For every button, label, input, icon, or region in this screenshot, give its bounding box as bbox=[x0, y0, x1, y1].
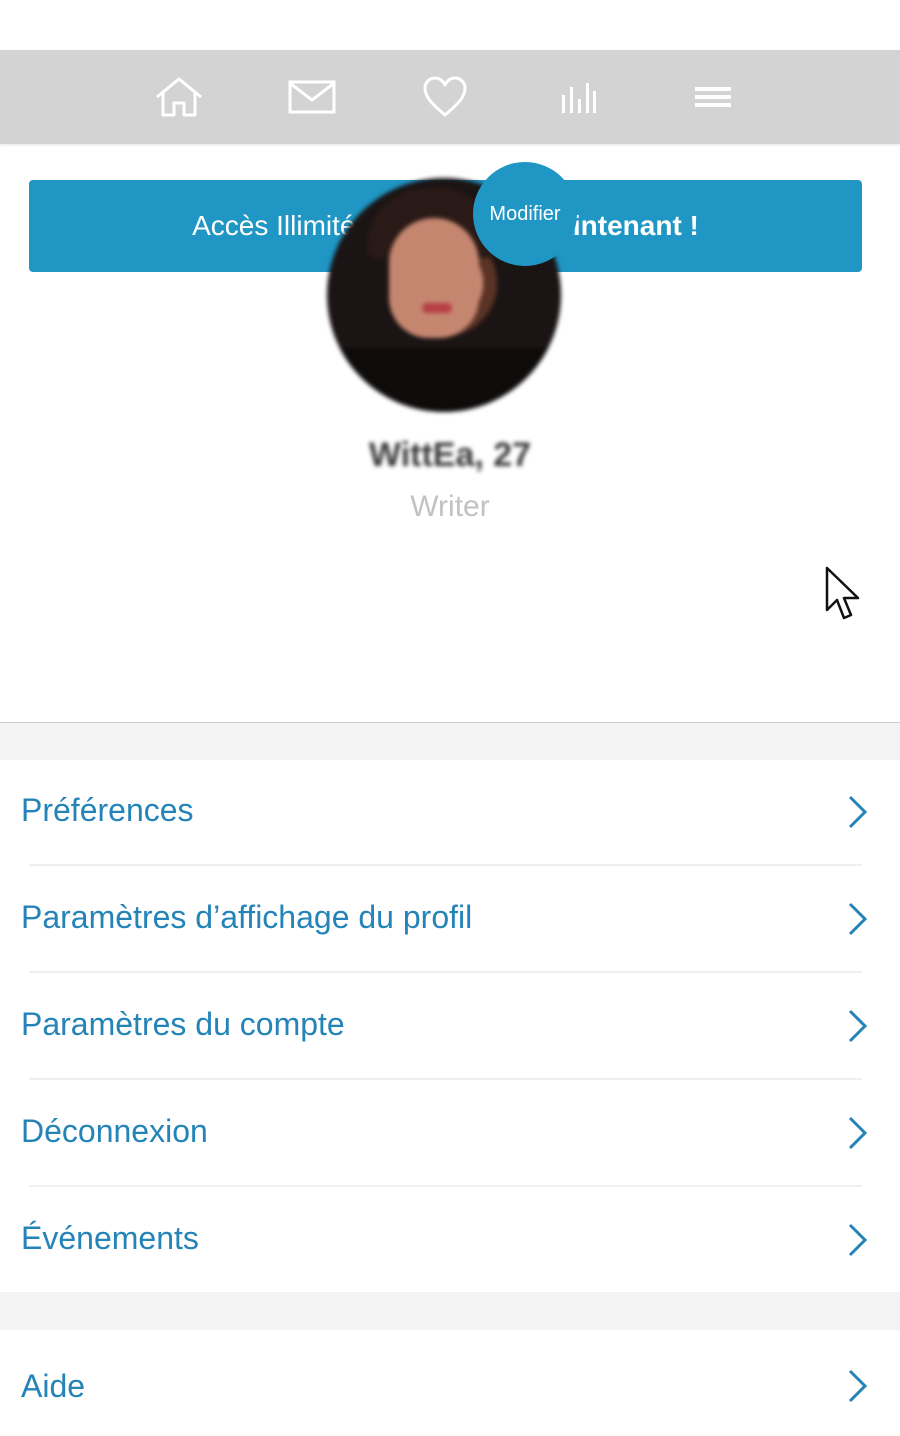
menu-item-profile-display-settings[interactable]: Paramètres d’affichage du profil bbox=[0, 867, 900, 973]
divider bbox=[29, 864, 862, 866]
chevron-right-icon bbox=[845, 1008, 869, 1049]
bar-chart-icon bbox=[558, 79, 598, 115]
nav-favorites[interactable] bbox=[418, 72, 472, 122]
mail-icon bbox=[288, 80, 336, 114]
profile-name-age: WittEa, 27 bbox=[368, 436, 532, 474]
nav-stats[interactable] bbox=[551, 72, 605, 122]
settings-menu: Préférences Paramètres d’affichage du pr… bbox=[0, 760, 900, 1292]
nav-home[interactable] bbox=[152, 72, 206, 122]
help-menu: Aide bbox=[0, 1330, 900, 1425]
section-separator bbox=[0, 1292, 900, 1330]
divider bbox=[29, 971, 862, 973]
menu-item-preferences[interactable]: Préférences bbox=[0, 760, 900, 866]
profile-occupation: Writer bbox=[410, 490, 490, 523]
divider bbox=[29, 1185, 862, 1187]
chevron-right-icon bbox=[845, 1222, 869, 1263]
chevron-right-icon bbox=[845, 794, 869, 835]
mouse-cursor-icon bbox=[824, 566, 864, 629]
menu-item-label: Paramètres du compte bbox=[21, 1006, 345, 1042]
chevron-right-icon bbox=[845, 901, 869, 942]
heart-icon bbox=[422, 76, 468, 118]
menu-item-logout[interactable]: Déconnexion bbox=[0, 1081, 900, 1187]
menu-item-label: Déconnexion bbox=[21, 1113, 208, 1149]
top-navigation-bar bbox=[0, 50, 900, 144]
menu-item-events[interactable]: Événements bbox=[0, 1188, 900, 1294]
section-separator bbox=[0, 723, 900, 760]
nav-menu[interactable] bbox=[686, 72, 740, 122]
menu-item-help[interactable]: Aide bbox=[0, 1330, 900, 1436]
menu-item-account-settings[interactable]: Paramètres du compte bbox=[0, 974, 900, 1080]
home-icon bbox=[152, 75, 206, 119]
nav-messages[interactable] bbox=[285, 72, 339, 122]
menu-item-label: Événements bbox=[21, 1220, 199, 1256]
chevron-right-icon bbox=[845, 1368, 869, 1409]
modify-photo-button[interactable]: Modifier bbox=[473, 162, 577, 266]
banner-prefix: Accès Illimité bbox=[192, 210, 356, 241]
menu-item-label: Préférences bbox=[21, 792, 194, 828]
divider bbox=[29, 1078, 862, 1080]
chevron-right-icon bbox=[845, 1115, 869, 1156]
menu-icon bbox=[693, 82, 733, 112]
status-area bbox=[0, 0, 900, 50]
menu-item-label: Aide bbox=[21, 1368, 86, 1404]
menu-item-label: Paramètres d’affichage du profil bbox=[21, 899, 473, 935]
